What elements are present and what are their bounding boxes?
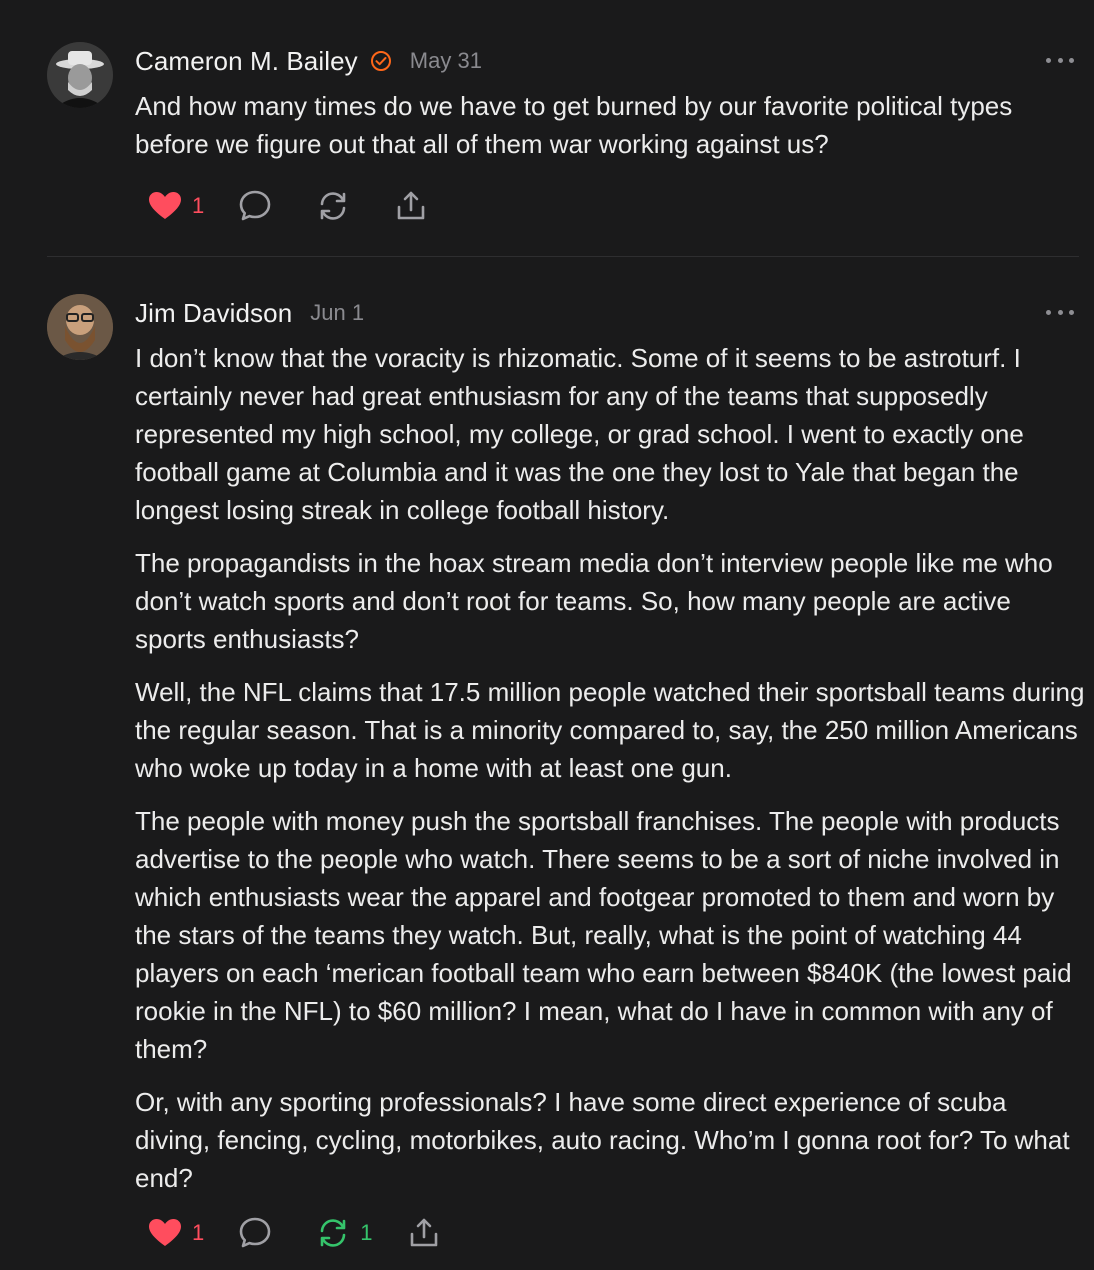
share-button[interactable] — [407, 1216, 441, 1250]
more-horizontal-icon[interactable] — [1046, 50, 1074, 70]
comment-paragraph: Well, the NFL claims that 17.5 million p… — [135, 677, 1085, 783]
comment-body: I don’t know that the voracity is rhizom… — [135, 339, 1085, 1212]
like-count: 1 — [192, 193, 205, 218]
heart-icon — [149, 1219, 181, 1246]
restack-count: 1 — [360, 1220, 373, 1245]
comment-actions: 1 1 — [148, 1213, 471, 1253]
speech-bubble-icon — [239, 190, 271, 221]
verified-check-icon — [370, 50, 392, 72]
reply-button[interactable] — [238, 189, 272, 223]
share-upload-icon — [410, 1218, 437, 1247]
share-upload-icon — [397, 191, 425, 220]
like-button[interactable]: 1 — [148, 191, 204, 221]
heart-icon — [149, 192, 181, 219]
share-button[interactable] — [394, 189, 428, 223]
refresh-arrows-icon — [320, 1219, 346, 1247]
more-horizontal-icon[interactable] — [1046, 302, 1074, 322]
comment-paragraph: The people with money push the sportsbal… — [135, 806, 1072, 1064]
speech-bubble-icon — [239, 1217, 271, 1248]
like-count: 1 — [192, 1220, 205, 1245]
author-name[interactable]: Jim Davidson — [135, 298, 292, 329]
restack-button[interactable] — [316, 189, 360, 223]
avatar-image — [47, 294, 113, 360]
reply-button[interactable] — [238, 1216, 272, 1250]
comment-paragraph: And how many times do we have to get bur… — [135, 91, 1013, 159]
avatar[interactable] — [47, 42, 113, 108]
comment-paragraph: The propagandists in the hoax stream med… — [135, 548, 1053, 654]
author-name[interactable]: Cameron M. Bailey — [135, 46, 358, 77]
comment-actions: 1 — [148, 186, 458, 226]
comment-date[interactable]: Jun 1 — [310, 300, 364, 326]
divider — [47, 256, 1079, 257]
comment-paragraph: Or, with any sporting professionals? I h… — [135, 1087, 1070, 1193]
comment-paragraph: I don’t know that the voracity is rhizom… — [135, 343, 1024, 525]
refresh-arrows-icon — [320, 192, 346, 220]
avatar-image — [47, 42, 113, 108]
like-button[interactable]: 1 — [148, 1218, 204, 1248]
restack-button[interactable]: 1 — [316, 1216, 373, 1250]
comment-body: And how many times do we have to get bur… — [135, 87, 1085, 178]
avatar[interactable] — [47, 294, 113, 360]
comment-date[interactable]: May 31 — [410, 48, 482, 74]
